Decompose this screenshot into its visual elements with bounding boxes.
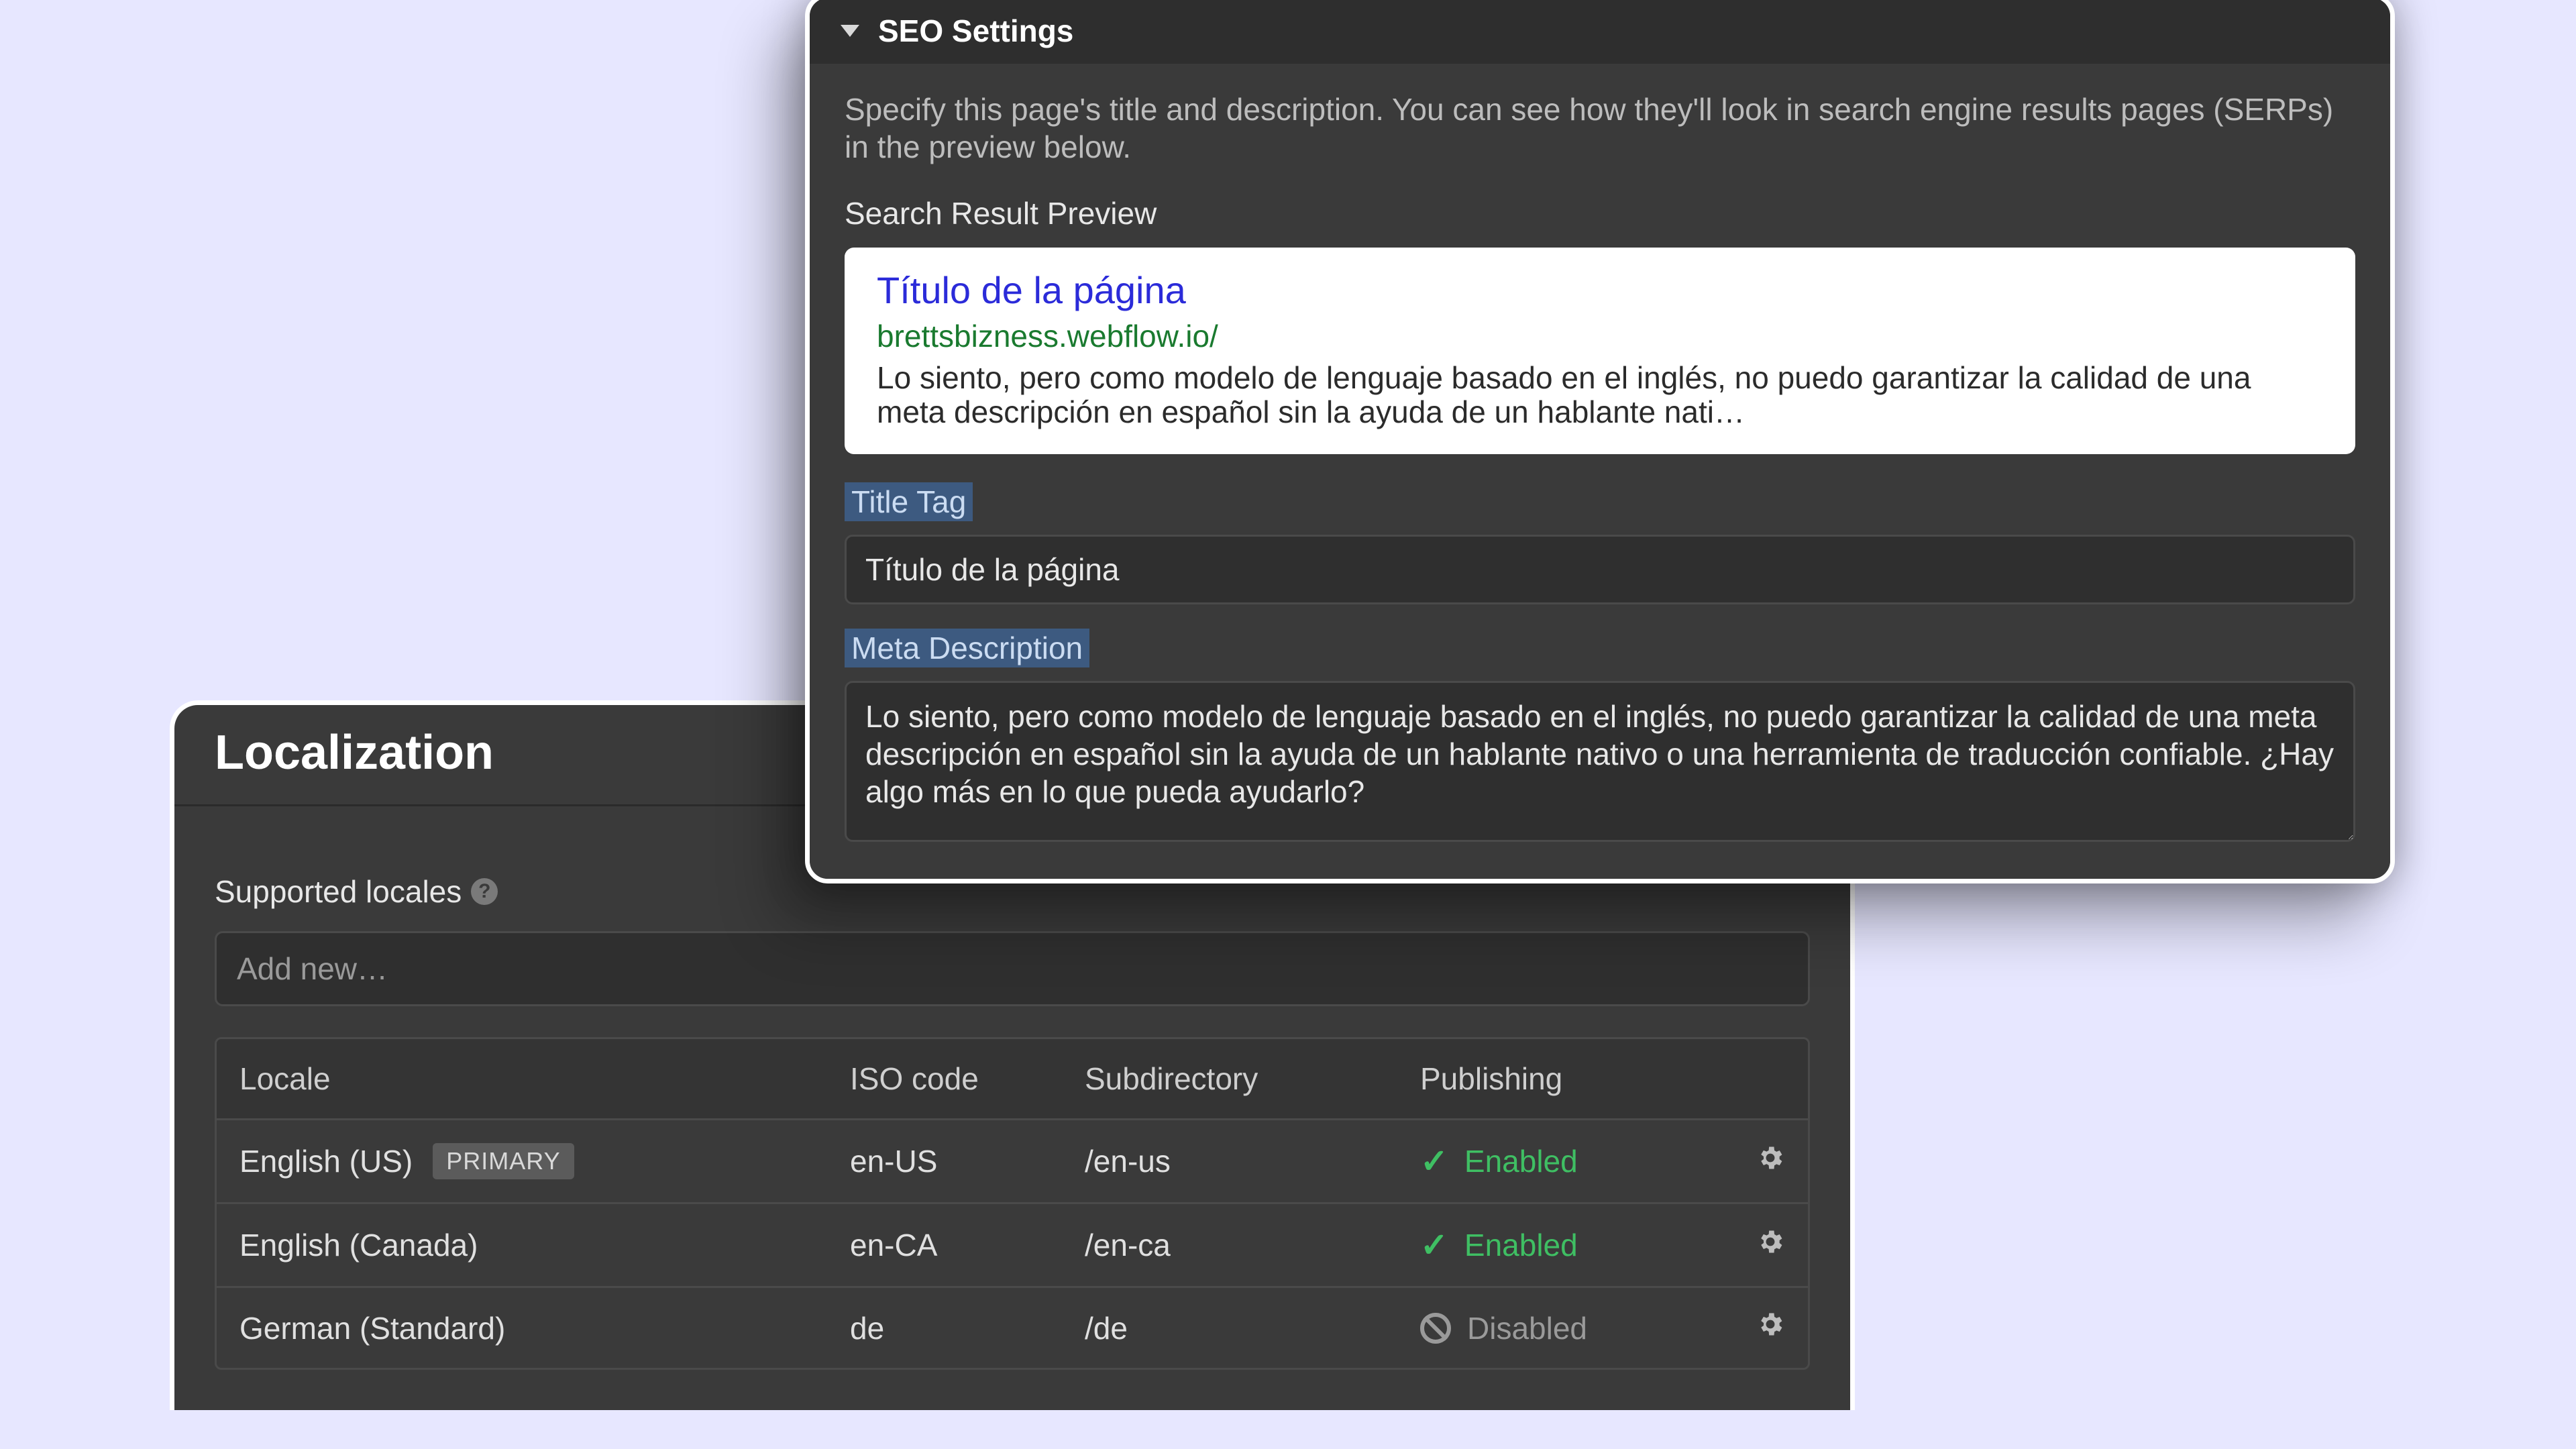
- col-iso: ISO code: [850, 1061, 1085, 1097]
- meta-description-input[interactable]: [845, 681, 2355, 842]
- gear-icon[interactable]: [1756, 1227, 1785, 1264]
- publishing-cell: Disabled: [1420, 1310, 1705, 1346]
- seo-header[interactable]: SEO Settings: [810, 0, 2390, 64]
- primary-badge: PRIMARY: [433, 1143, 574, 1179]
- check-icon: ✓: [1420, 1226, 1448, 1265]
- locales-table: Locale ISO code Subdirectory Publishing …: [215, 1037, 1810, 1370]
- title-tag-label: Title Tag: [845, 482, 973, 521]
- table-row: German (Standard) de /de Disabled: [217, 1286, 1808, 1368]
- seo-header-title: SEO Settings: [878, 13, 1073, 49]
- check-icon: ✓: [1420, 1142, 1448, 1181]
- table-row: English (Canada) en-CA /en-ca ✓ Enabled: [217, 1202, 1808, 1286]
- add-locale-input[interactable]: [215, 931, 1810, 1006]
- serp-title: Título de la página: [877, 269, 2323, 312]
- iso-code: de: [850, 1310, 1085, 1346]
- publishing-status: Enabled: [1464, 1227, 1578, 1263]
- subdirectory: /en-us: [1085, 1143, 1420, 1179]
- supported-locales-label: Supported locales: [215, 873, 462, 910]
- meta-description-label: Meta Description: [845, 629, 1089, 667]
- subdirectory: /en-ca: [1085, 1227, 1420, 1263]
- serp-preview-card: Título de la página brettsbizness.webflo…: [845, 248, 2355, 453]
- title-tag-input[interactable]: [845, 535, 2355, 604]
- locale-name: English (US): [239, 1143, 413, 1179]
- locale-cell: German (Standard): [239, 1310, 850, 1346]
- gear-icon[interactable]: [1756, 1143, 1785, 1180]
- table-header: Locale ISO code Subdirectory Publishing: [217, 1039, 1808, 1118]
- serp-preview-label: Search Result Preview: [845, 195, 2355, 231]
- col-publishing: Publishing: [1420, 1061, 1705, 1097]
- locale-cell: English (Canada): [239, 1227, 850, 1263]
- help-icon[interactable]: ?: [471, 878, 498, 905]
- serp-description: Lo siento, pero como modelo de lenguaje …: [877, 361, 2323, 430]
- chevron-down-icon: [841, 25, 859, 37]
- gear-icon[interactable]: [1756, 1309, 1785, 1346]
- locale-name: English (Canada): [239, 1227, 478, 1263]
- col-subdir: Subdirectory: [1085, 1061, 1420, 1097]
- seo-settings-panel: SEO Settings Specify this page's title a…: [805, 0, 2395, 883]
- iso-code: en-CA: [850, 1227, 1085, 1263]
- iso-code: en-US: [850, 1143, 1085, 1179]
- locale-cell: English (US) PRIMARY: [239, 1143, 850, 1179]
- disabled-icon: [1420, 1313, 1451, 1344]
- publishing-status: Disabled: [1467, 1310, 1587, 1346]
- publishing-cell: ✓ Enabled: [1420, 1226, 1705, 1265]
- serp-url: brettsbizness.webflow.io/: [877, 318, 2323, 354]
- publishing-cell: ✓ Enabled: [1420, 1142, 1705, 1181]
- seo-help-text: Specify this page's title and descriptio…: [845, 91, 2355, 166]
- subdirectory: /de: [1085, 1310, 1420, 1346]
- table-row: English (US) PRIMARY en-US /en-us ✓ Enab…: [217, 1118, 1808, 1202]
- col-locale: Locale: [239, 1061, 850, 1097]
- publishing-status: Enabled: [1464, 1143, 1578, 1179]
- locale-name: German (Standard): [239, 1310, 505, 1346]
